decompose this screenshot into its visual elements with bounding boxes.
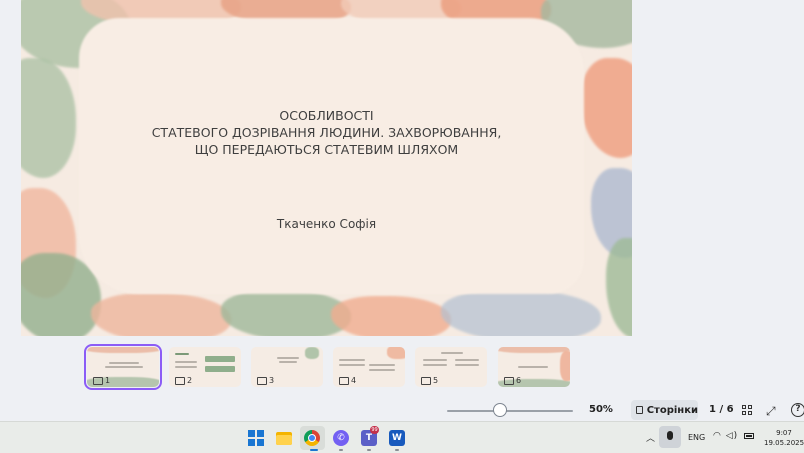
- slide-number-1: 1: [93, 376, 110, 385]
- chevron-up-icon[interactable]: ︿: [646, 431, 655, 444]
- slide-thumbnail-6[interactable]: 6: [498, 347, 570, 387]
- chrome-running-indicator: [310, 449, 318, 451]
- slide-title-line-1: ОСОБЛИВОСТІ: [279, 108, 374, 123]
- system-clock[interactable]: 9:07 19.05.2025: [764, 428, 804, 448]
- network-volume-icons[interactable]: ◠ ◁): [713, 431, 738, 441]
- slide-number-6: 6: [504, 376, 521, 385]
- slide-thumbnail-5[interactable]: 5: [415, 347, 487, 387]
- windows-start-icon[interactable]: [248, 430, 264, 446]
- word-icon[interactable]: W: [389, 430, 405, 446]
- slide-number-4: 4: [339, 376, 356, 385]
- pages-icon: [636, 406, 643, 414]
- zoom-level[interactable]: 50%: [589, 404, 613, 415]
- slide-title[interactable]: ОСОБЛИВОСТІ СТАТЕВОГО ДОЗРІВАННЯ ЛЮДИНИ.…: [21, 107, 632, 158]
- pages-button-label: Сторінки: [646, 404, 698, 416]
- comment-icon: [421, 376, 431, 385]
- editor-workspace: ОСОБЛИВОСТІ СТАТЕВОГО ДОЗРІВАННЯ ЛЮДИНИ.…: [0, 0, 804, 421]
- pages-button[interactable]: Сторінки: [631, 400, 698, 420]
- teams-running-indicator: [367, 449, 371, 451]
- chrome-icon[interactable]: [304, 430, 320, 446]
- taskbar: ✆ T W: [0, 421, 804, 453]
- comment-icon: [175, 376, 185, 385]
- clock-time: 9:07: [776, 429, 792, 437]
- slide-author[interactable]: Ткаченко Софія: [21, 217, 632, 231]
- slide-thumbnail-3[interactable]: 3: [251, 347, 323, 387]
- comment-icon: [504, 376, 514, 385]
- slide-title-line-3: ЩО ПЕРЕДАЮТЬСЯ СТАТЕВИМ ШЛЯХОМ: [194, 142, 459, 157]
- comment-icon: [257, 376, 267, 385]
- word-running-indicator: [395, 449, 399, 451]
- main-slide[interactable]: ОСОБЛИВОСТІ СТАТЕВОГО ДОЗРІВАННЯ ЛЮДИНИ.…: [21, 0, 632, 336]
- slide-number-3: 3: [257, 376, 274, 385]
- help-icon[interactable]: ?: [791, 403, 804, 417]
- clock-date: 19.05.2025: [764, 439, 804, 447]
- slide-thumbnail-1[interactable]: 1: [84, 344, 162, 390]
- viber-running-indicator: [339, 449, 343, 451]
- battery-icon[interactable]: [744, 433, 754, 439]
- zoom-slider-track[interactable]: [447, 410, 573, 412]
- slide-thumbnail-4[interactable]: 4: [333, 347, 405, 387]
- language-indicator[interactable]: ENG: [688, 433, 705, 442]
- microphone-icon[interactable]: [659, 426, 681, 448]
- teams-notification-badge: 99: [370, 426, 379, 434]
- slide-number-2: 2: [175, 376, 192, 385]
- comment-icon: [93, 376, 103, 385]
- zoom-slider-handle[interactable]: [493, 403, 507, 417]
- file-explorer-icon[interactable]: [276, 430, 292, 446]
- slide-number-5: 5: [421, 376, 438, 385]
- grid-view-icon[interactable]: [742, 405, 753, 416]
- slide-thumbnail-2[interactable]: 2: [169, 347, 241, 387]
- viber-icon[interactable]: ✆: [333, 430, 349, 446]
- comment-icon: [339, 376, 349, 385]
- fullscreen-icon[interactable]: ⤢: [766, 404, 776, 419]
- slide-title-line-2: СТАТЕВОГО ДОЗРІВАННЯ ЛЮДИНИ. ЗАХВОРЮВАНН…: [151, 125, 502, 140]
- slide-thumbnails: 1 2 3 4 5 6: [84, 344, 586, 390]
- page-counter: 1 / 6: [709, 404, 734, 415]
